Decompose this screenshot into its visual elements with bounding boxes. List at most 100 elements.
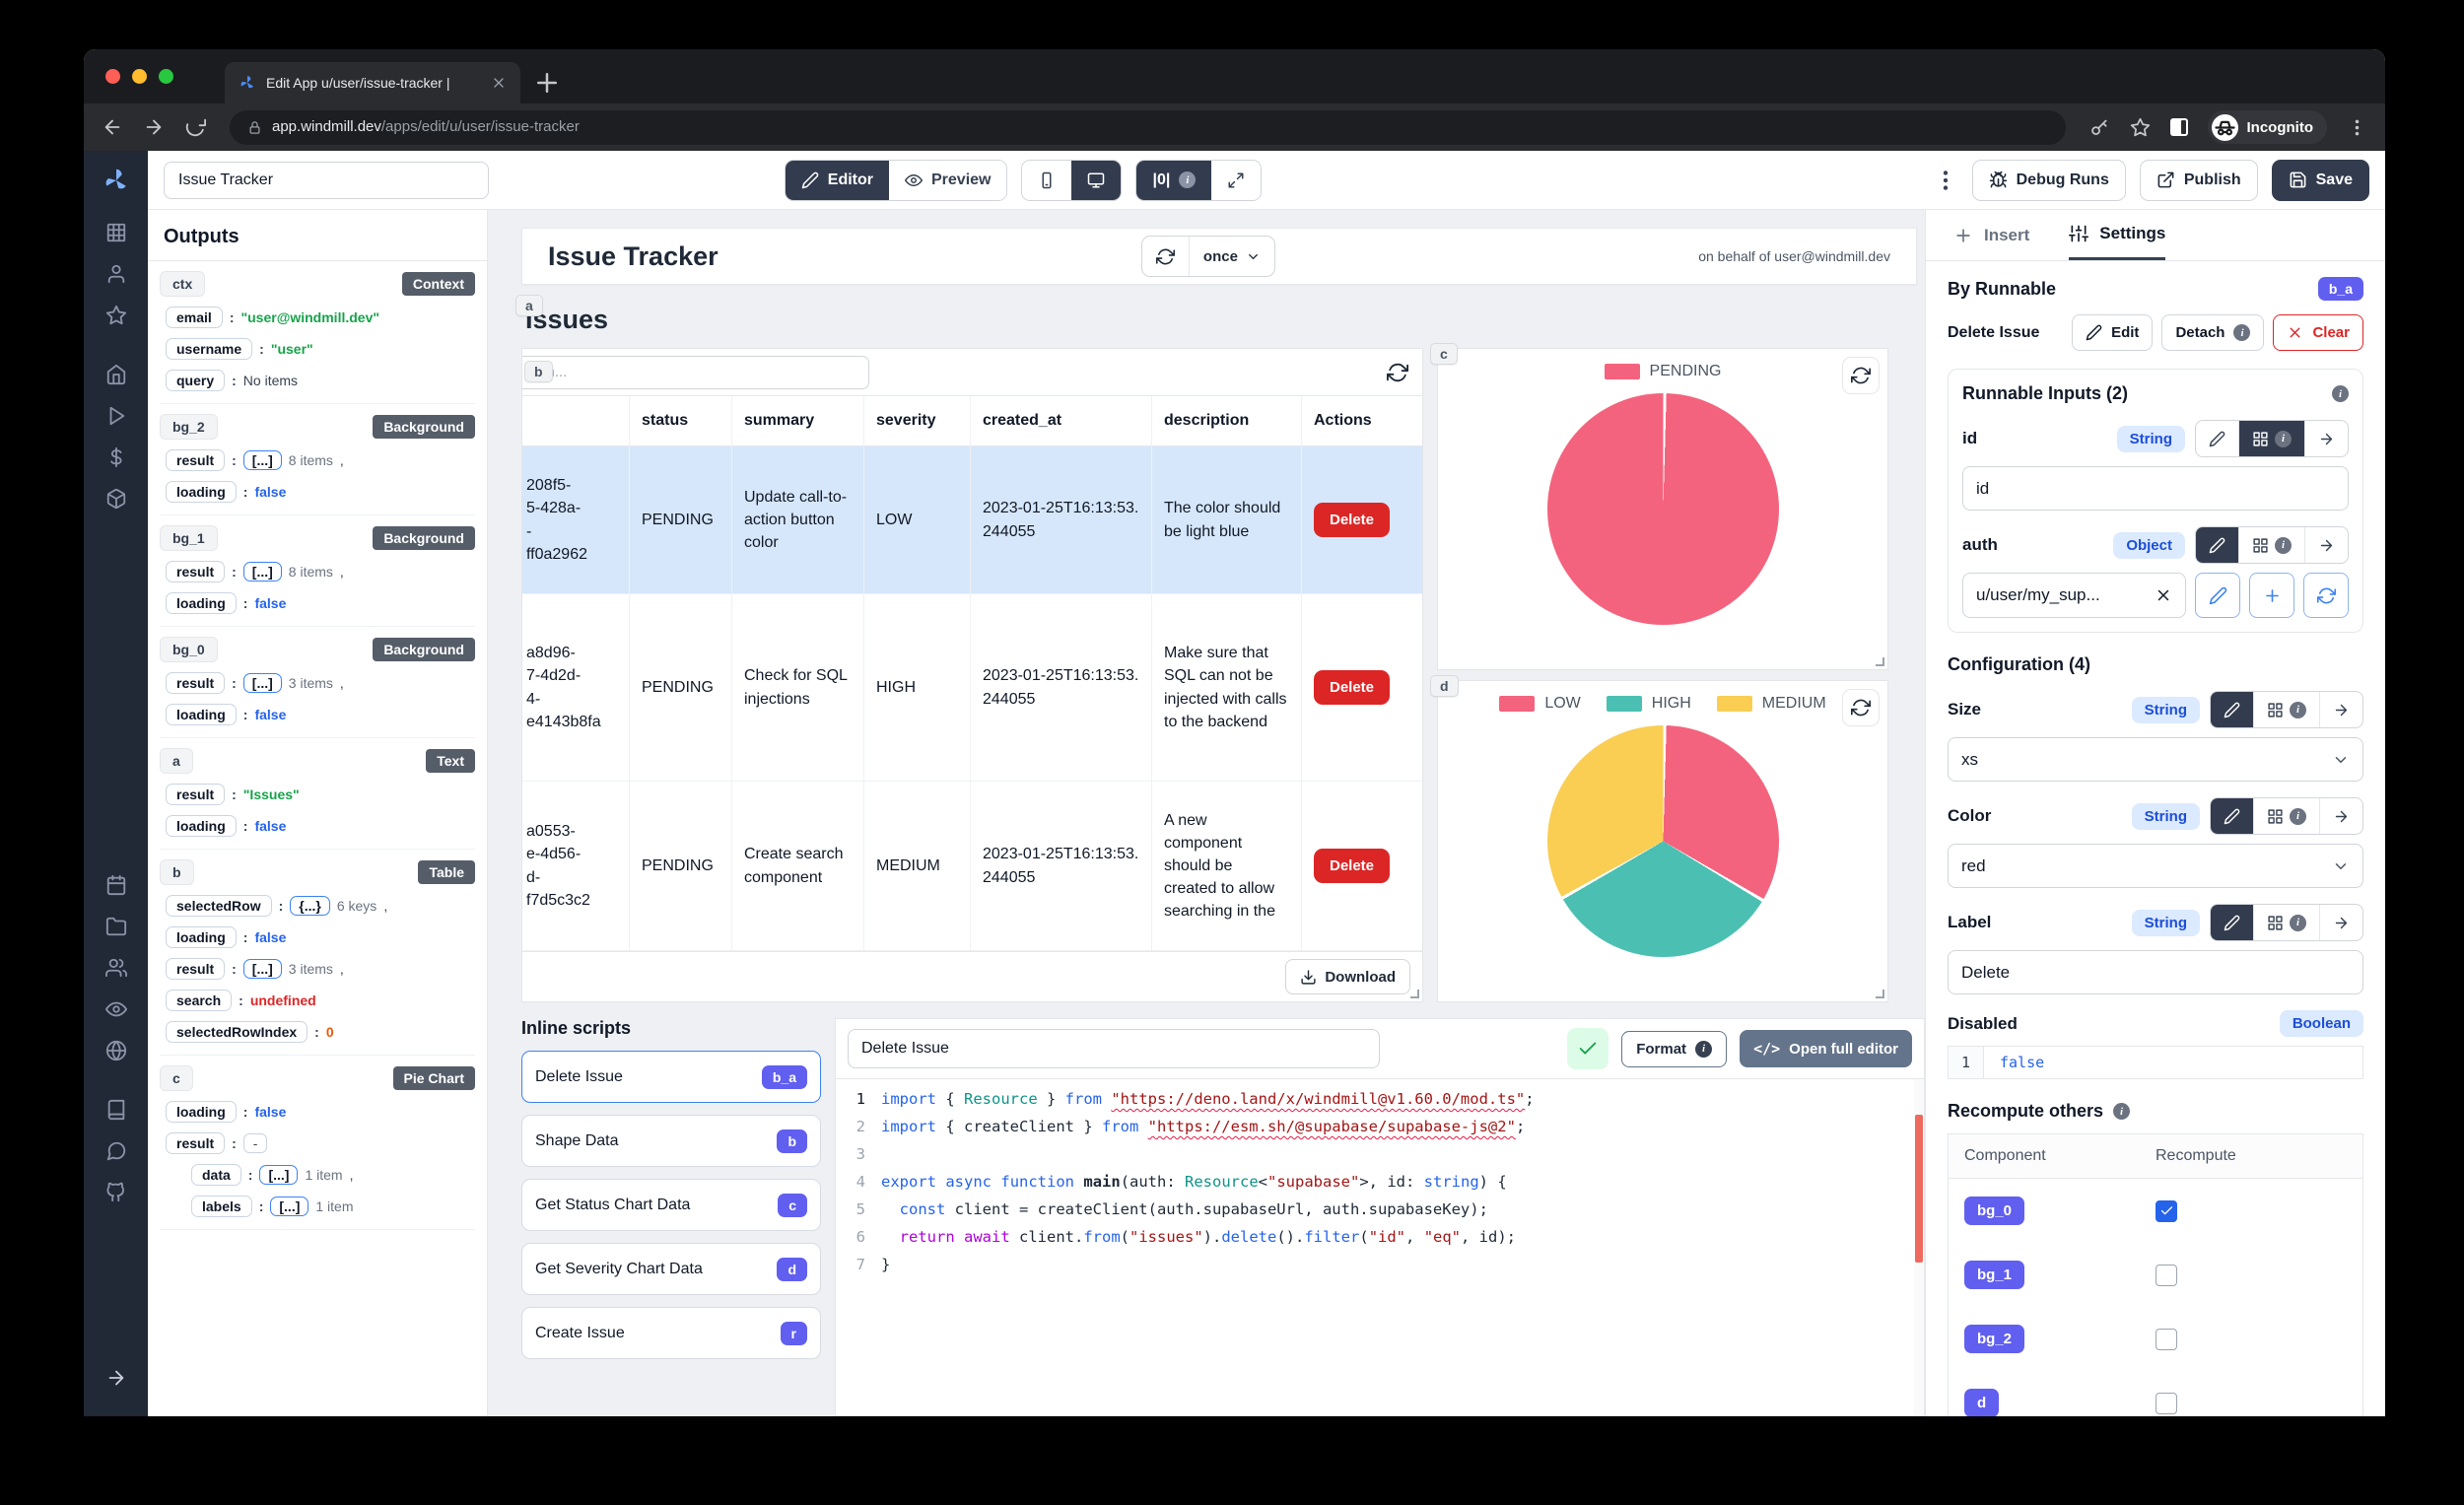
legend-item[interactable]: MEDIUM: [1717, 695, 1826, 713]
table-row[interactable]: 208f5-5-428a--ff0a2962PENDINGUpdate call…: [522, 446, 1422, 594]
recompute-checkbox[interactable]: [2156, 1393, 2177, 1414]
close-window-button[interactable]: [105, 69, 120, 84]
component-id[interactable]: bg_0: [160, 637, 218, 662]
static-mode-button[interactable]: [2196, 421, 2238, 456]
static-mode-button[interactable]: [2211, 798, 2253, 834]
debug-runs-button[interactable]: Debug Runs: [1972, 160, 2126, 201]
connect-mode-button[interactable]: i: [2253, 905, 2319, 940]
output-row[interactable]: loading:false: [166, 926, 469, 948]
home-icon[interactable]: [105, 364, 127, 385]
message-icon[interactable]: [105, 1140, 127, 1162]
eval-mode-button[interactable]: [2319, 692, 2362, 727]
debug-counter-button[interactable]: |0| i: [1136, 161, 1211, 200]
eval-mode-button[interactable]: [2319, 798, 2362, 834]
resize-handle[interactable]: [1410, 990, 1419, 998]
clear-x-icon[interactable]: [2155, 586, 2172, 604]
column-header[interactable]: Actions: [1301, 396, 1422, 445]
static-mode-button[interactable]: [2211, 905, 2253, 940]
side-panel-icon[interactable]: [2170, 118, 2188, 136]
chart-refresh-button[interactable]: [1842, 689, 1880, 726]
color-select[interactable]: red: [1948, 844, 2363, 888]
delete-row-button[interactable]: Delete: [1314, 849, 1390, 883]
inline-script-item[interactable]: Create Issue r: [521, 1307, 821, 1359]
output-row[interactable]: email:"user@windmill.dev": [166, 307, 469, 328]
output-row[interactable]: result:[...]8 items,: [166, 561, 469, 582]
output-row[interactable]: result:[...]8 items,: [166, 449, 469, 471]
password-key-icon[interactable]: [2089, 117, 2110, 138]
open-full-editor-button[interactable]: </> Open full editor: [1740, 1030, 1912, 1067]
close-tab-icon[interactable]: [491, 75, 507, 91]
inline-script-item[interactable]: Delete Issue b_a: [521, 1051, 821, 1103]
table-row[interactable]: a0553-e-4d56-d-f7d5c3c2PENDINGCreate sea…: [522, 782, 1422, 951]
globe-icon[interactable]: [105, 1040, 127, 1061]
output-row[interactable]: username:"user": [166, 338, 469, 360]
maximize-window-button[interactable]: [159, 69, 173, 84]
fullscreen-button[interactable]: [1211, 161, 1261, 200]
users-icon[interactable]: [105, 957, 127, 979]
new-tab-button[interactable]: [532, 68, 562, 98]
eval-mode-button[interactable]: [2304, 421, 2348, 456]
connect-mode-button[interactable]: i: [2238, 527, 2304, 563]
recompute-checkbox[interactable]: [2156, 1329, 2177, 1350]
preview-mode-button[interactable]: Preview: [889, 161, 1006, 200]
component-id[interactable]: b: [160, 859, 194, 885]
column-header[interactable]: created_at: [970, 396, 1151, 445]
star-icon[interactable]: [105, 305, 127, 326]
eval-mode-button[interactable]: [2319, 905, 2362, 940]
text-component[interactable]: a Issues: [521, 299, 1917, 340]
component-id[interactable]: bg_1: [160, 525, 218, 551]
refresh-mode-dropdown[interactable]: once: [1189, 237, 1274, 276]
inline-script-item[interactable]: Get Severity Chart Data d: [521, 1243, 821, 1295]
legend-item[interactable]: HIGH: [1607, 695, 1691, 713]
save-button[interactable]: Save: [2272, 160, 2369, 201]
more-options-icon[interactable]: [1933, 168, 1958, 193]
size-select[interactable]: xs: [1948, 737, 2363, 782]
publish-button[interactable]: Publish: [2140, 160, 2258, 201]
arrow-right-icon[interactable]: [105, 1367, 127, 1389]
resize-handle[interactable]: [1876, 657, 1884, 666]
output-row[interactable]: search:undefined: [166, 990, 469, 1011]
code-area[interactable]: 1234567 import { Resource } from "https:…: [836, 1078, 1924, 1415]
column-header[interactable]: status: [629, 396, 731, 445]
dollar-icon[interactable]: [105, 446, 127, 468]
output-row[interactable]: loading:false: [166, 481, 469, 503]
refresh-resource-button[interactable]: [2303, 573, 2349, 618]
output-row[interactable]: loading:false: [166, 1101, 469, 1123]
pie-chart-component-c[interactable]: c PENDING: [1437, 348, 1888, 670]
column-header[interactable]: severity: [863, 396, 970, 445]
recompute-checkbox[interactable]: [2156, 1200, 2177, 1222]
static-mode-button[interactable]: [2211, 692, 2253, 727]
mobile-view-button[interactable]: [1022, 161, 1071, 200]
output-row[interactable]: labels:[...]1 item: [191, 1196, 469, 1217]
legend-item[interactable]: LOW: [1499, 695, 1580, 713]
table-row[interactable]: a8d96-7-4d2d-4-e4143b8faPENDINGCheck for…: [522, 594, 1422, 782]
clear-button[interactable]: Clear: [2273, 314, 2363, 351]
recompute-checkbox[interactable]: [2156, 1265, 2177, 1286]
pie-chart-component-d[interactable]: d LOWHIGHMEDIUM: [1437, 680, 1888, 1002]
component-id[interactable]: c: [160, 1065, 193, 1091]
inline-script-item[interactable]: Get Status Chart Data c: [521, 1179, 821, 1231]
add-resource-button[interactable]: [2249, 573, 2294, 618]
play-icon[interactable]: [105, 405, 127, 427]
table-search-input[interactable]: [522, 356, 869, 389]
column-header[interactable]: summary: [731, 396, 863, 445]
component-id[interactable]: a: [160, 748, 193, 774]
user-icon[interactable]: [105, 263, 127, 285]
resize-handle[interactable]: [1876, 990, 1884, 998]
desktop-view-button[interactable]: [1071, 161, 1121, 200]
minimize-window-button[interactable]: [132, 69, 147, 84]
tab-settings[interactable]: Settings: [2069, 210, 2165, 260]
label-value-input[interactable]: [1948, 950, 2363, 994]
tab-list-chevron-icon[interactable]: [2360, 84, 2385, 103]
output-row[interactable]: query:No items: [166, 370, 469, 391]
format-button[interactable]: Format i: [1621, 1031, 1727, 1067]
script-name-input[interactable]: [848, 1029, 1380, 1068]
delete-row-button[interactable]: Delete: [1314, 670, 1390, 705]
edit-resource-button[interactable]: [2195, 573, 2240, 618]
output-row[interactable]: loading:false: [166, 815, 469, 837]
id-value-input[interactable]: [1962, 466, 2349, 511]
eye-icon[interactable]: [105, 998, 127, 1020]
inline-script-item[interactable]: Shape Data b: [521, 1115, 821, 1167]
table-component[interactable]: b statussummaryseveritycreated_atdescrip…: [521, 348, 1423, 1002]
package-icon[interactable]: [105, 488, 127, 510]
